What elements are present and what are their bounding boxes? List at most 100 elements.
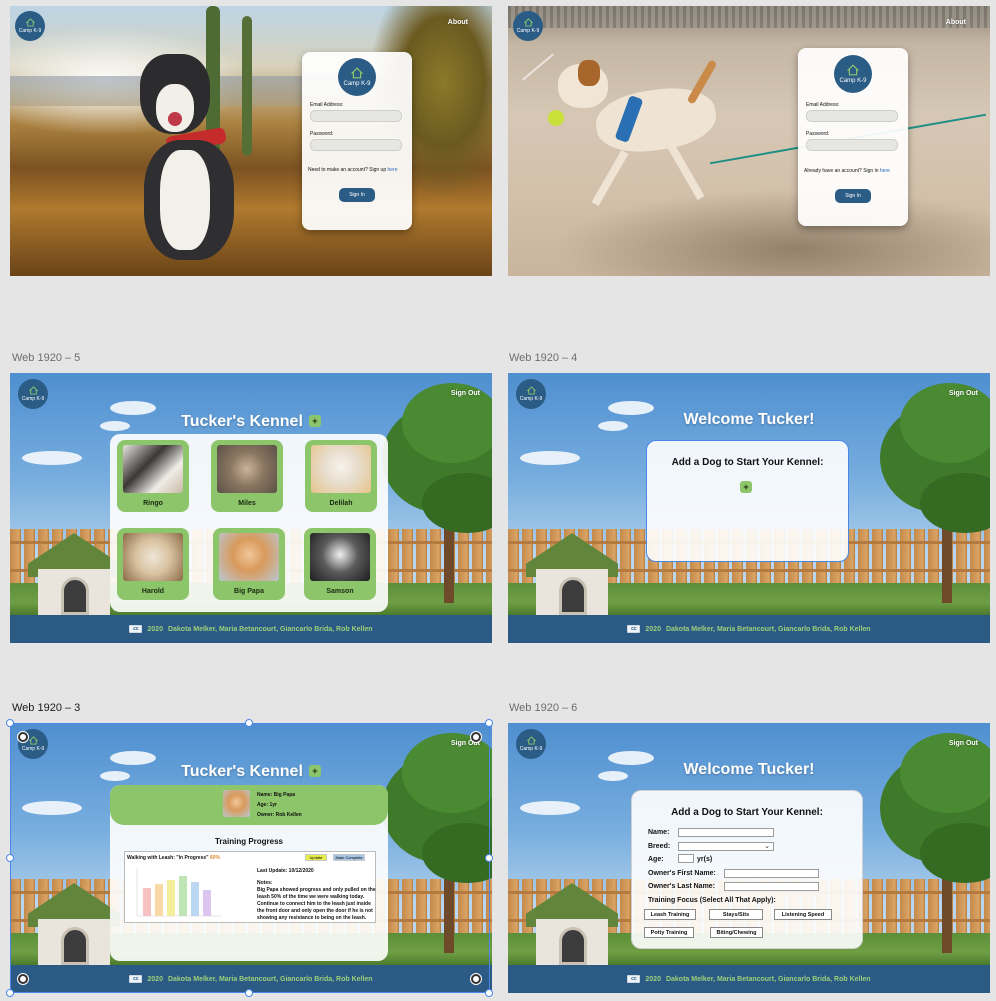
email-label: Email Address: — [310, 102, 344, 108]
add-dog-button[interactable]: + — [308, 765, 321, 777]
option-leash-training[interactable]: Leash Training — [644, 909, 696, 920]
doghouse — [28, 883, 120, 965]
logo[interactable]: Camp K-9 — [516, 379, 546, 409]
mark-complete-button[interactable]: Mark Complete — [333, 854, 365, 861]
dog-name: Delilah — [329, 500, 353, 507]
dog-card-miles[interactable]: Miles — [211, 440, 283, 512]
artboard-login-desert[interactable]: Camp K-9 About Camp K-9 Email Address: P… — [10, 6, 492, 276]
footer: cc 2020 Dakota Melker, Maria Betancourt,… — [10, 615, 492, 643]
logo[interactable]: Camp K-9 — [18, 379, 48, 409]
age-label: Age: — [648, 856, 664, 863]
anchor-gear-icon[interactable] — [18, 732, 28, 742]
owner-last-label: Owner's Last Name: — [648, 883, 716, 890]
artboard-kennel[interactable]: Camp K-9 Sign Out Tucker's Kennel + Ringo… — [10, 373, 492, 643]
about-link[interactable]: About — [448, 19, 468, 26]
signup-text: Need to make an account? Sign up here — [308, 167, 398, 173]
dog-card-delilah[interactable]: Delilah — [305, 440, 377, 512]
logo[interactable]: Camp K-9 — [516, 729, 546, 759]
creative-commons-icon: cc — [129, 625, 143, 633]
footer-year: 2020 — [147, 975, 163, 983]
goal-title: Walking with Leash: "In Progress" 60% — [127, 855, 220, 861]
kennel-panel: Ringo Miles Delilah Harold Big Papa Sams… — [110, 434, 388, 612]
signin-link[interactable]: here — [880, 168, 890, 174]
email-field[interactable] — [806, 110, 898, 122]
anchor-gear-icon[interactable] — [471, 732, 481, 742]
creative-commons-icon: cc — [627, 625, 641, 633]
anchor-gear-icon[interactable] — [471, 974, 481, 984]
option-biting-chewing[interactable]: Biting/Chewing — [710, 927, 763, 938]
sign-in-button[interactable]: Sign In — [339, 188, 375, 202]
dog-name: Name: Big Papa — [257, 792, 296, 798]
cloud — [22, 801, 82, 815]
update-button[interactable]: Update — [305, 854, 327, 861]
password-field[interactable] — [310, 139, 402, 151]
password-field[interactable] — [806, 139, 898, 151]
dog-card-harold[interactable]: Harold — [117, 528, 189, 600]
frame-label-web5[interactable]: Web 1920 – 5 — [12, 352, 80, 364]
dog-name: Big Papa — [234, 588, 264, 595]
house-icon — [25, 18, 35, 27]
dog-card-samson[interactable]: Samson — [304, 528, 376, 600]
house-icon — [847, 64, 859, 76]
welcome-title: Welcome Tucker! — [683, 761, 815, 778]
sign-out-link[interactable]: Sign Out — [949, 740, 978, 747]
login-card: Camp K-9 Email Address: Password: Alread… — [798, 48, 908, 226]
footer: cc 2020 Dakota Melker, Maria Betancourt,… — [508, 615, 990, 643]
about-link[interactable]: About — [946, 19, 966, 26]
artboard-login-court[interactable]: Camp K-9 About Camp K-9 Email Address: P… — [508, 6, 990, 276]
resize-handle[interactable] — [6, 719, 14, 727]
resize-handle[interactable] — [6, 854, 14, 862]
owner-last-input[interactable] — [724, 882, 819, 891]
resize-handle[interactable] — [245, 719, 253, 727]
email-field[interactable] — [310, 110, 402, 122]
age-input[interactable] — [678, 854, 694, 863]
dog-name: Miles — [238, 500, 256, 507]
option-potty-training[interactable]: Potty Training — [644, 927, 694, 938]
house-icon — [351, 67, 363, 79]
house-icon — [526, 736, 536, 745]
dog-photo — [223, 790, 250, 817]
last-update: Last Update: 10/12/2020 — [257, 868, 314, 874]
dog-card-ringo[interactable]: Ringo — [117, 440, 189, 512]
husky-dog-image — [130, 54, 250, 264]
artboard-add-dog-form[interactable]: Camp K-9 Sign Out Welcome Tucker! Add a … — [508, 723, 990, 993]
dog-card-big-papa[interactable]: Big Papa — [213, 528, 285, 600]
dog-name: Ringo — [143, 500, 163, 507]
sign-out-link[interactable]: Sign Out — [949, 390, 978, 397]
age-unit: yr(s) — [697, 856, 713, 863]
add-dog-button[interactable]: + — [308, 415, 321, 427]
dog-photo — [311, 445, 371, 493]
logo[interactable]: Camp K-9 — [513, 11, 543, 41]
artboard-dog-detail[interactable]: Camp K-9 Sign Out Tucker's Kennel + Name:… — [10, 723, 492, 993]
creative-commons-icon: cc — [627, 975, 641, 983]
frame-label-web3[interactable]: Web 1920 – 3 — [12, 702, 80, 714]
signup-link[interactable]: here — [388, 167, 398, 173]
progress-mini-chart — [136, 868, 221, 917]
frame-label-web6[interactable]: Web 1920 – 6 — [509, 702, 577, 714]
notes-block: Last Update: 10/12/2020 Notes: Big Papa … — [257, 868, 377, 922]
option-stays-sits[interactable]: Stays/Sits — [709, 909, 763, 920]
anchor-gear-icon[interactable] — [18, 974, 28, 984]
dog-photo — [123, 445, 183, 493]
add-dog-button[interactable]: + — [740, 481, 752, 493]
option-listening-speed[interactable]: Listening Speed — [774, 909, 832, 920]
frame-label-web4[interactable]: Web 1920 – 4 — [509, 352, 577, 364]
resize-handle[interactable] — [245, 989, 253, 997]
dog-name: Harold — [141, 588, 165, 595]
footer-authors: Dakota Melker, Maria Betancourt, Giancar… — [665, 975, 871, 983]
chainlink-fence — [508, 6, 990, 28]
owner-first-input[interactable] — [724, 869, 819, 878]
breed-select[interactable]: ⌄ — [678, 842, 774, 851]
sign-out-link[interactable]: Sign Out — [451, 390, 480, 397]
artboard-welcome[interactable]: Camp K-9 Sign Out Welcome Tucker! Add a … — [508, 373, 990, 643]
logo[interactable]: Camp K-9 — [15, 11, 45, 41]
name-input[interactable] — [678, 828, 774, 837]
resize-handle[interactable] — [6, 989, 14, 997]
resize-handle[interactable] — [485, 854, 493, 862]
resize-handle[interactable] — [485, 989, 493, 997]
sign-in-button[interactable]: Sign In — [835, 189, 871, 203]
signin-text: Already have an account? Sign in here — [804, 168, 890, 174]
house-icon — [28, 386, 38, 395]
progress-card: Walking with Leash: "In Progress" 60% Up… — [124, 851, 376, 923]
resize-handle[interactable] — [485, 719, 493, 727]
